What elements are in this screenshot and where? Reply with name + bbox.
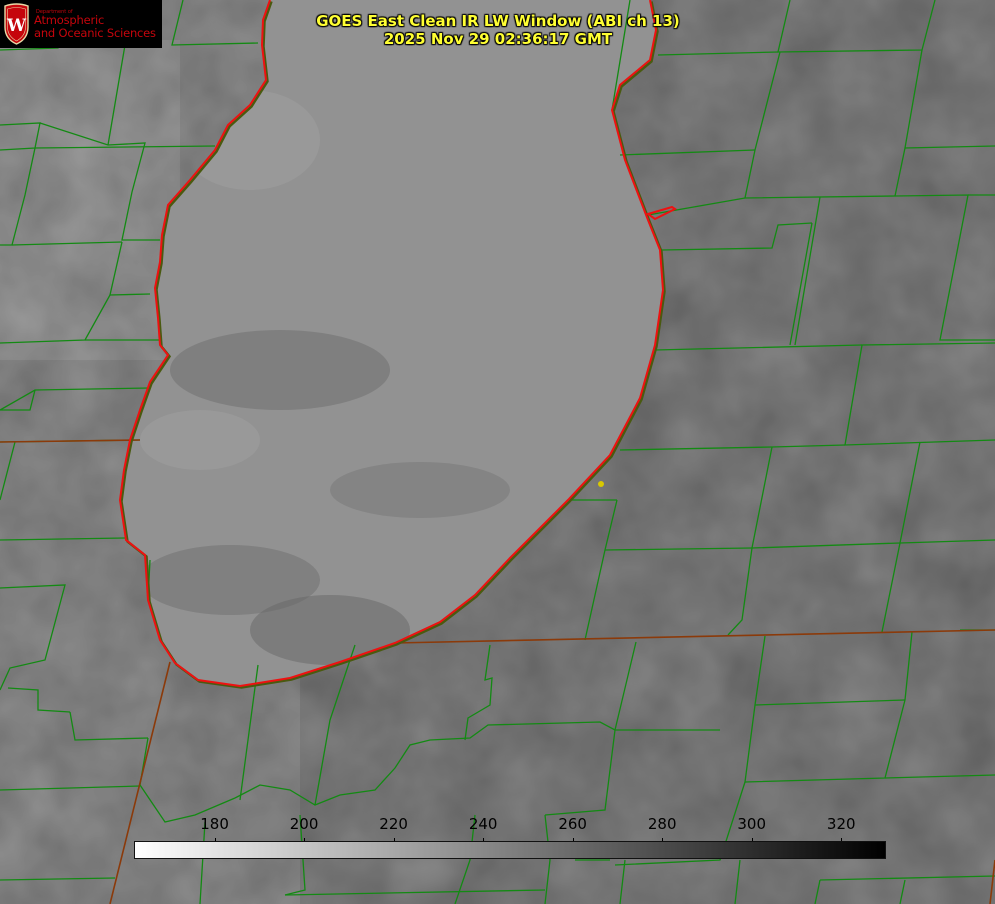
uw-crest-icon: W xyxy=(4,3,29,45)
image-title: GOES East Clean IR LW Window (ABI ch 13)… xyxy=(298,12,698,48)
colorbar-tick-label: 260 xyxy=(558,815,587,833)
logo-line-2: and Oceanic Sciences xyxy=(34,26,156,40)
svg-text:W: W xyxy=(6,16,27,36)
logo-line-1: Atmospheric xyxy=(34,13,105,27)
title-line-2: 2025 Nov 29 02:36:17 GMT xyxy=(383,30,613,48)
colorbar-tick-label: 200 xyxy=(289,815,319,833)
colorbar xyxy=(134,841,886,859)
colorbar-tick-label: 300 xyxy=(737,815,767,833)
satellite-map[interactable] xyxy=(0,0,995,904)
colorbar-tick-label: 220 xyxy=(379,815,408,833)
uw-aos-logo: W Department of Atmospheric and Oceanic … xyxy=(0,0,162,48)
colorbar-tick-label: 240 xyxy=(468,815,498,833)
title-line-1: GOES East Clean IR LW Window (ABI ch 13) xyxy=(316,12,680,30)
colorbar-tick-label: 320 xyxy=(826,815,856,833)
location-marker[interactable] xyxy=(598,481,604,487)
colorbar-ticks: 180 200 220 240 260 280 300 320 xyxy=(134,812,886,843)
colorbar-tick-label: 180 xyxy=(200,815,229,833)
colorbar-tick-label: 280 xyxy=(647,815,677,833)
